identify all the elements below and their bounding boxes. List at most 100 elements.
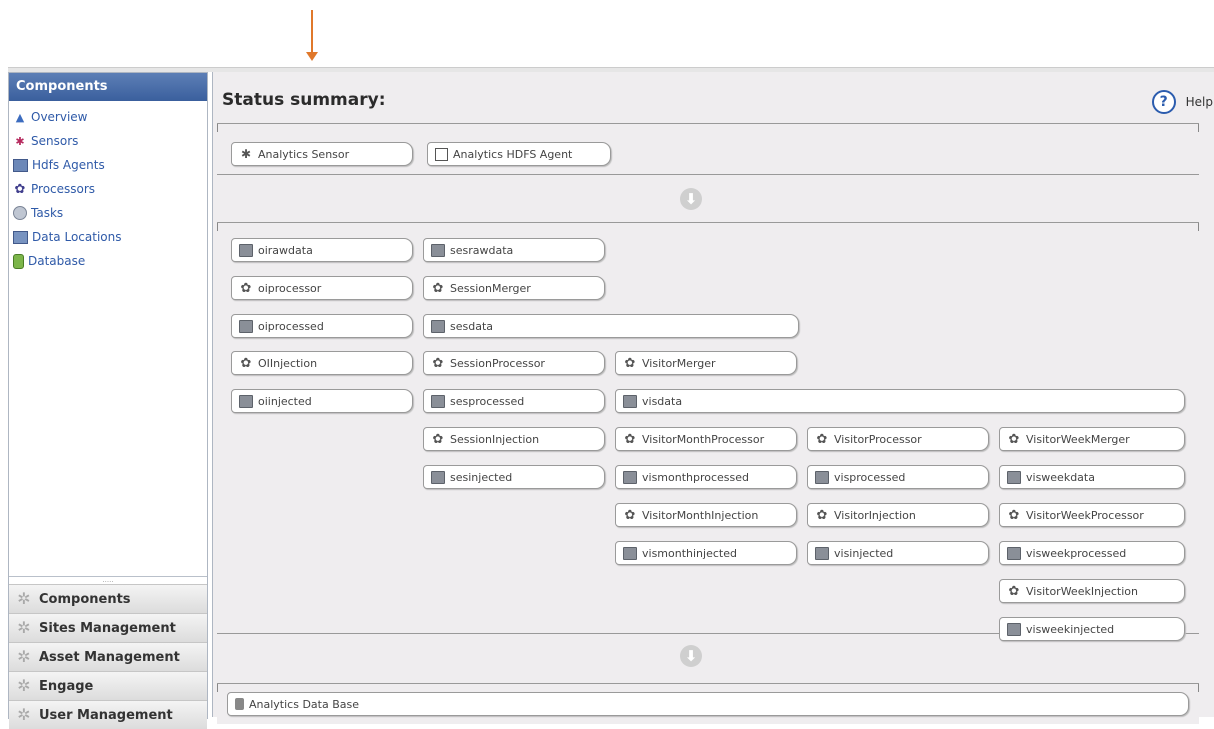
pipeline-panel: oirawdata ✿ oiprocessor oiprocessed ✿ OIInjec… <box>217 222 1199 641</box>
node-visweekprocessed[interactable]: visweekprocessed <box>999 541 1185 565</box>
node-analytics-sensor[interactable]: ✱ Analytics Sensor <box>231 142 413 166</box>
node-visinjected[interactable]: visinjected <box>807 541 989 565</box>
node-label: sesprocessed <box>450 394 525 408</box>
accordion-user-management[interactable]: ✲ User Management <box>9 700 207 729</box>
node-sessioninjection[interactable]: ✿ SessionInjection <box>423 427 605 451</box>
gear-icon: ✿ <box>1008 431 1020 447</box>
node-label: VisitorWeekProcessor <box>1026 508 1144 522</box>
data-store-icon <box>431 243 445 257</box>
gear-icon: ✲ <box>17 676 31 695</box>
sidebar-item-sensors[interactable]: ✱ Sensors <box>13 129 207 153</box>
data-store-icon <box>239 319 253 333</box>
gear-icon: ✿ <box>624 507 636 523</box>
node-analytics-data-base[interactable]: Analytics Data Base <box>227 692 1189 716</box>
sensor-icon: ✱ <box>240 147 252 161</box>
gear-icon: ✿ <box>240 355 252 371</box>
sidebar-item-label: Overview <box>31 110 88 124</box>
sidebar-item-tasks[interactable]: Tasks <box>13 201 207 225</box>
node-visweekdata[interactable]: visweekdata <box>999 465 1185 489</box>
node-oiprocessor[interactable]: ✿ oiprocessor <box>231 276 413 300</box>
node-sessionprocessor[interactable]: ✿ SessionProcessor <box>423 351 605 375</box>
accordion: ✲ Components ✲ Sites Management ✲ Asset … <box>9 584 207 729</box>
node-sesinjected[interactable]: sesinjected <box>423 465 605 489</box>
node-oiinjected[interactable]: oiinjected <box>231 389 413 413</box>
sidebar-item-label: Sensors <box>31 134 79 148</box>
node-label: visweekdata <box>1026 470 1095 484</box>
node-label: VisitorWeekInjection <box>1026 584 1138 598</box>
sidebar-item-label: Data Locations <box>32 230 122 244</box>
gear-icon: ✿ <box>816 507 828 523</box>
node-visitorprocessor[interactable]: ✿ VisitorProcessor <box>807 427 989 451</box>
node-visitormonthprocessor[interactable]: ✿ VisitorMonthProcessor <box>615 427 797 451</box>
node-label: vismonthprocessed <box>642 470 750 484</box>
node-analytics-hdfs-agent[interactable]: Analytics HDFS Agent <box>427 142 611 166</box>
node-sessionmerger[interactable]: ✿ SessionMerger <box>423 276 605 300</box>
gear-icon: ✿ <box>1008 507 1020 523</box>
node-visweekinjected[interactable]: visweekinjected <box>999 617 1185 641</box>
gear-icon: ✿ <box>240 280 252 296</box>
node-label: oirawdata <box>258 243 313 257</box>
sidebar: Components ▲ Overview ✱ Sensors Hdfs Age… <box>8 72 208 729</box>
node-vismonthinjected[interactable]: vismonthinjected <box>615 541 797 565</box>
help-label: Help <box>1185 95 1213 109</box>
node-visprocessed[interactable]: visprocessed <box>807 465 989 489</box>
node-label: oiprocessor <box>258 281 322 295</box>
sidebar-item-database[interactable]: Database <box>13 249 207 273</box>
accordion-label: Engage <box>39 678 94 694</box>
accordion-asset-management[interactable]: ✲ Asset Management <box>9 642 207 671</box>
accordion-sites-management[interactable]: ✲ Sites Management <box>9 613 207 642</box>
node-sesrawdata[interactable]: sesrawdata <box>423 238 605 262</box>
node-vismonthprocessed[interactable]: vismonthprocessed <box>615 465 797 489</box>
sidebar-header: Components <box>9 73 207 101</box>
sidebar-item-label: Database <box>28 254 86 268</box>
flow-down-arrow-icon: ⬇ <box>680 188 702 210</box>
gear-icon: ✿ <box>432 431 444 447</box>
node-label: OIInjection <box>258 356 318 370</box>
gear-icon: ✿ <box>432 280 444 296</box>
accordion-label: User Management <box>39 707 173 723</box>
accordion-components[interactable]: ✲ Components <box>9 584 207 613</box>
node-sesprocessed[interactable]: sesprocessed <box>423 389 605 413</box>
node-oiinjection[interactable]: ✿ OIInjection <box>231 351 413 375</box>
accordion-label: Sites Management <box>39 620 176 636</box>
annotation-arrow-line <box>311 10 313 54</box>
accordion-engage[interactable]: ✲ Engage <box>9 671 207 700</box>
sidebar-nav: ▲ Overview ✱ Sensors Hdfs Agents ✿ Proce… <box>9 101 207 273</box>
node-label: sesinjected <box>450 470 513 484</box>
data-store-icon <box>431 319 445 333</box>
node-sesdata[interactable]: sesdata <box>423 314 799 338</box>
node-label: VisitorMonthProcessor <box>642 432 765 446</box>
gear-icon: ✲ <box>17 705 31 724</box>
node-label: oiinjected <box>258 394 312 408</box>
node-visitorinjection[interactable]: ✿ VisitorInjection <box>807 503 989 527</box>
node-label: Analytics HDFS Agent <box>453 147 573 161</box>
node-label: oiprocessed <box>258 319 324 333</box>
node-label: SessionInjection <box>450 432 540 446</box>
node-visitorweekmerger[interactable]: ✿ VisitorWeekMerger <box>999 427 1185 451</box>
node-label: VisitorInjection <box>834 508 916 522</box>
node-label: Analytics Data Base <box>249 697 359 711</box>
database-icon <box>235 698 244 710</box>
sidebar-item-hdfs-agents[interactable]: Hdfs Agents <box>13 153 207 177</box>
node-label: sesrawdata <box>450 243 514 257</box>
data-location-icon <box>13 230 28 244</box>
data-store-icon <box>1007 470 1021 484</box>
sidebar-item-data-locations[interactable]: Data Locations <box>13 225 207 249</box>
node-visitormonthinjection[interactable]: ✿ VisitorMonthInjection <box>615 503 797 527</box>
node-oirawdata[interactable]: oirawdata <box>231 238 413 262</box>
node-visitorweekprocessor[interactable]: ✿ VisitorWeekProcessor <box>999 503 1185 527</box>
sensor-icon: ✱ <box>15 134 25 148</box>
gear-icon: ✲ <box>17 618 31 637</box>
node-label: visprocessed <box>834 470 906 484</box>
help-button[interactable]: ? Help <box>1151 90 1213 114</box>
node-label: visweekinjected <box>1026 622 1115 636</box>
sidebar-item-overview[interactable]: ▲ Overview <box>13 105 207 129</box>
node-oiprocessed[interactable]: oiprocessed <box>231 314 413 338</box>
sidebar-item-processors[interactable]: ✿ Processors <box>13 177 207 201</box>
node-label: sesdata <box>450 319 494 333</box>
node-visitormerger[interactable]: ✿ VisitorMerger <box>615 351 797 375</box>
node-visitorweekinjection[interactable]: ✿ VisitorWeekInjection <box>999 579 1185 603</box>
sidebar-item-label: Tasks <box>31 206 64 220</box>
node-visdata[interactable]: visdata <box>615 389 1185 413</box>
data-store-icon <box>1007 622 1021 636</box>
